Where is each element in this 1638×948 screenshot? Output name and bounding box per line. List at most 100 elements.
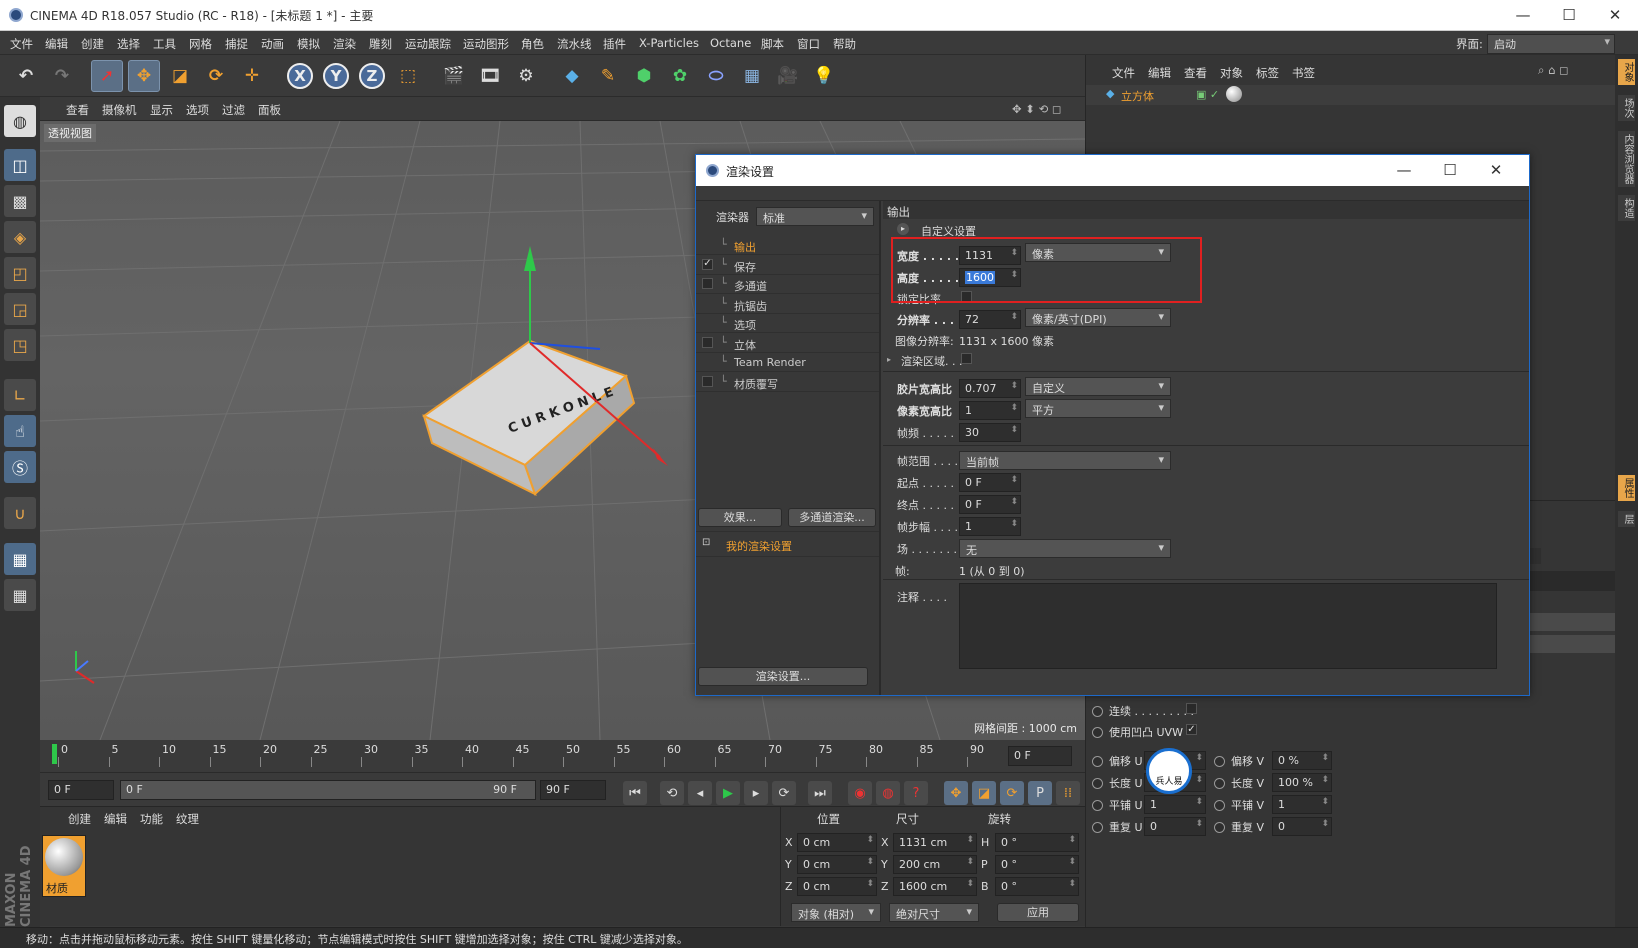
resolution-input[interactable]: 72 bbox=[959, 310, 1021, 329]
uv-radio-icon[interactable] bbox=[1214, 822, 1225, 833]
object-visibility-icon[interactable]: ▣ ✓ bbox=[1196, 88, 1219, 101]
render-region-checkbox[interactable] bbox=[961, 353, 972, 364]
viewport-menu-options[interactable]: 选项 bbox=[186, 102, 209, 118]
nav-checkbox[interactable] bbox=[702, 278, 713, 289]
nav-item[interactable]: 立体 bbox=[734, 337, 756, 353]
frame-range-select[interactable]: 当前帧 bbox=[959, 451, 1171, 470]
current-frame-field[interactable]: 0 F bbox=[1008, 746, 1072, 766]
cube-primitive-icon[interactable]: ◆ bbox=[556, 60, 588, 92]
goto-end-icon[interactable]: ⏭ bbox=[808, 781, 832, 805]
record-keys-icon[interactable]: ◉ bbox=[848, 781, 872, 805]
side-tab-attributes[interactable]: 属性 bbox=[1618, 475, 1635, 501]
pixel-aspect-select[interactable]: 平方 bbox=[1025, 399, 1171, 418]
deformer-icon[interactable]: ⬭ bbox=[700, 60, 732, 92]
redo-icon[interactable]: ↷ bbox=[46, 60, 78, 92]
menu-character[interactable]: 角色 bbox=[521, 36, 544, 52]
nav-item[interactable]: Team Render bbox=[734, 356, 806, 369]
viewport-nav-icons[interactable]: ✥ ⬍ ⟲ ◻ bbox=[1012, 102, 1061, 116]
render-settings-button[interactable]: 渲染设置... bbox=[698, 667, 868, 686]
attr-row[interactable]: 连续 . . . . . . . . . bbox=[1092, 703, 1194, 719]
menu-script[interactable]: 脚本 bbox=[761, 36, 784, 52]
renderer-select[interactable]: 标准 bbox=[756, 207, 874, 226]
menu-mesh[interactable]: 网格 bbox=[189, 36, 212, 52]
render-picture-viewer-icon[interactable]: 🎞 bbox=[474, 60, 506, 92]
side-tab-content-browser[interactable]: 内容浏览器 bbox=[1618, 131, 1635, 187]
dialog-minimize-button[interactable]: — bbox=[1381, 155, 1427, 186]
nav-item[interactable]: 多通道 bbox=[734, 278, 767, 294]
rotate-tool-icon[interactable]: ⟳ bbox=[200, 60, 232, 92]
uv-right-input[interactable]: 100 % bbox=[1272, 773, 1332, 792]
coord-size-input[interactable]: 200 cm bbox=[893, 855, 977, 874]
material-tag-icon[interactable] bbox=[1226, 86, 1242, 102]
menu-sculpt[interactable]: 雕刻 bbox=[369, 36, 392, 52]
uv-radio-icon[interactable] bbox=[1214, 800, 1225, 811]
texture-mode-icon[interactable]: ▩ bbox=[4, 185, 36, 217]
menu-window[interactable]: 窗口 bbox=[797, 36, 820, 52]
frame-step-input[interactable]: 1 bbox=[959, 517, 1021, 536]
mat-menu-function[interactable]: 功能 bbox=[140, 811, 163, 827]
menu-animate[interactable]: 动画 bbox=[261, 36, 284, 52]
uv-right-input[interactable]: 0 bbox=[1272, 817, 1332, 836]
attr-row[interactable]: 使用凹凸 UVW bbox=[1092, 724, 1183, 740]
end-frame-field[interactable]: 90 F bbox=[540, 780, 606, 800]
coord-rot-input[interactable]: 0 ° bbox=[995, 833, 1079, 852]
start-frame-input[interactable]: 0 F bbox=[959, 473, 1021, 492]
grid-icon[interactable]: ▦ bbox=[4, 579, 36, 611]
menu-motion-tracking[interactable]: 运动跟踪 bbox=[405, 36, 451, 52]
x-axis-lock-icon[interactable]: X bbox=[284, 60, 316, 92]
frame-rate-input[interactable]: 30 bbox=[959, 423, 1021, 442]
obj-menu-tags[interactable]: 标签 bbox=[1256, 65, 1279, 81]
coord-pos-input[interactable]: 0 cm bbox=[797, 877, 877, 896]
world-coords-icon[interactable]: ⬚ bbox=[392, 60, 424, 92]
viewport-menu-panel[interactable]: 面板 bbox=[258, 102, 281, 118]
subdivision-icon[interactable]: ⬢ bbox=[628, 60, 660, 92]
live-selection-icon[interactable]: ✛ bbox=[236, 60, 268, 92]
mat-menu-texture[interactable]: 纹理 bbox=[176, 811, 199, 827]
menu-render[interactable]: 渲染 bbox=[333, 36, 356, 52]
coord-rot-input[interactable]: 0 ° bbox=[995, 855, 1079, 874]
mat-menu-create[interactable]: 创建 bbox=[68, 811, 91, 827]
menu-select[interactable]: 选择 bbox=[117, 36, 140, 52]
resolution-unit-select[interactable]: 像素/英寸(DPI) bbox=[1025, 308, 1171, 327]
menu-plugins[interactable]: 插件 bbox=[603, 36, 626, 52]
scale-tool-icon[interactable]: ◪ bbox=[164, 60, 196, 92]
obj-menu-object[interactable]: 对象 bbox=[1220, 65, 1243, 81]
uv-radio-icon[interactable] bbox=[1214, 756, 1225, 767]
next-frame-icon[interactable]: ▸ bbox=[744, 781, 768, 805]
attr-checkbox[interactable]: ✓ bbox=[1186, 724, 1197, 735]
object-row[interactable]: ◆ 立方体 ▣ ✓ bbox=[1086, 85, 1616, 105]
make-editable-icon[interactable]: ◍ bbox=[4, 105, 36, 137]
coord-size-mode-select[interactable]: 绝对尺寸 bbox=[889, 903, 979, 922]
attr-radio-icon[interactable] bbox=[1092, 727, 1103, 738]
key-scale-icon[interactable]: ◪ bbox=[972, 781, 996, 805]
viewport-menu-display[interactable]: 显示 bbox=[150, 102, 173, 118]
obj-menu-file[interactable]: 文件 bbox=[1112, 65, 1135, 81]
workplane-lock-icon[interactable]: ▦ bbox=[4, 543, 36, 575]
edges-mode-icon[interactable]: ◲ bbox=[4, 293, 36, 325]
next-key-icon[interactable]: ⟳ bbox=[772, 781, 796, 805]
nav-item[interactable]: 选项 bbox=[734, 317, 756, 333]
coord-size-input[interactable]: 1600 cm bbox=[893, 877, 977, 896]
material-swatch[interactable]: 材质 bbox=[42, 835, 86, 897]
uv-radio-icon[interactable] bbox=[1092, 800, 1103, 811]
obj-menu-bookmarks[interactable]: 书签 bbox=[1292, 65, 1315, 81]
render-view-icon[interactable]: 🎬 bbox=[438, 60, 470, 92]
obj-menu-edit[interactable]: 编辑 bbox=[1148, 65, 1171, 81]
dialog-maximize-button[interactable]: ☐ bbox=[1427, 155, 1473, 186]
render-settings-icon[interactable]: ⚙ bbox=[510, 60, 542, 92]
magnet-icon[interactable]: ∪ bbox=[4, 497, 36, 529]
obj-search-icon[interactable]: ⌕ ⌂ ◻ bbox=[1538, 63, 1569, 78]
menu-edit[interactable]: 编辑 bbox=[45, 36, 68, 52]
key-help-icon[interactable]: ? bbox=[904, 781, 928, 805]
menu-x-particles[interactable]: X-Particles bbox=[639, 36, 699, 50]
nav-item[interactable]: 保存 bbox=[734, 259, 756, 275]
coord-size-input[interactable]: 1131 cm bbox=[893, 833, 977, 852]
viewport-menu-camera[interactable]: 摄像机 bbox=[102, 102, 137, 118]
dialog-drag-handle[interactable] bbox=[696, 186, 1529, 201]
menu-tools[interactable]: 工具 bbox=[153, 36, 176, 52]
nav-checkbox[interactable] bbox=[702, 336, 713, 348]
nav-item[interactable]: 材质覆写 bbox=[734, 376, 778, 392]
side-tab-layers[interactable]: 层 bbox=[1618, 511, 1635, 527]
attr-radio-icon[interactable] bbox=[1092, 706, 1103, 717]
close-button[interactable]: ✕ bbox=[1592, 0, 1638, 31]
